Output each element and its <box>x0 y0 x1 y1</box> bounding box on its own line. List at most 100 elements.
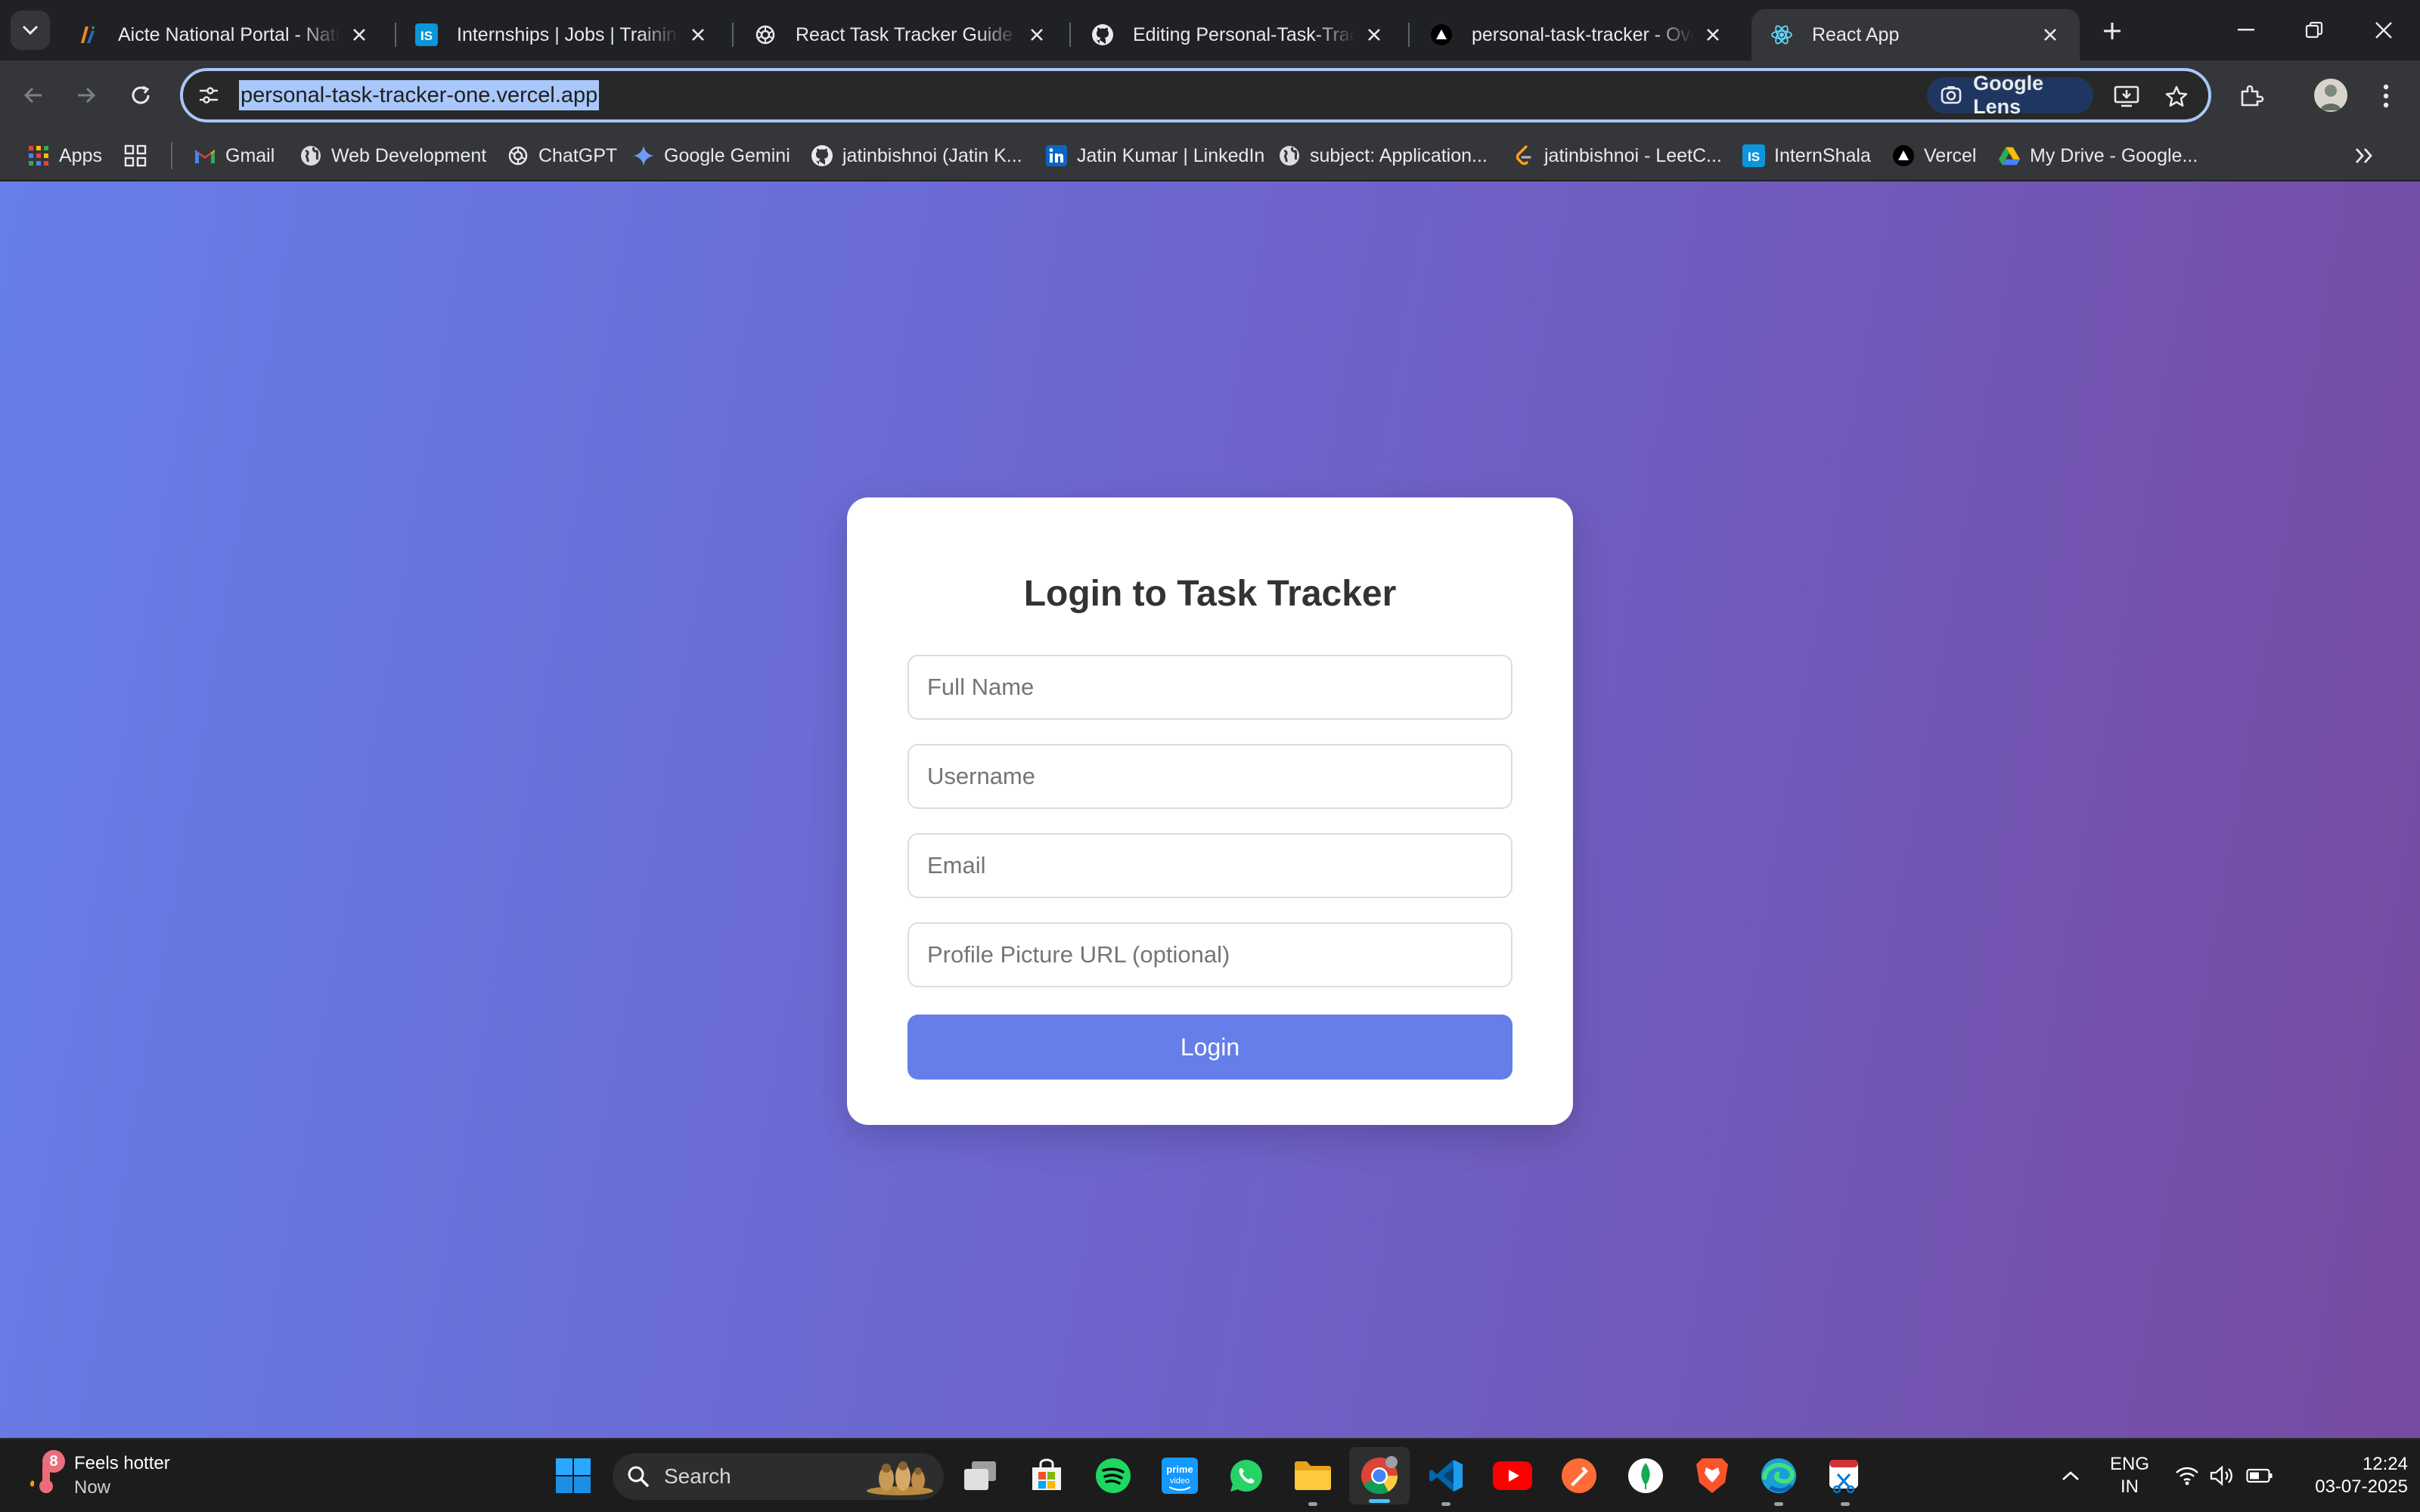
bookmark-chatgpt[interactable]: ChatGPT <box>507 139 617 172</box>
profile-avatar[interactable] <box>2314 79 2347 112</box>
volume-status[interactable] <box>2207 1455 2237 1497</box>
reload-button[interactable] <box>119 74 162 116</box>
username-input[interactable] <box>908 744 1512 809</box>
bookmark-star-icon[interactable] <box>2160 80 2193 113</box>
bookmark-label: jatinbishnoi (Jatin K... <box>842 144 1022 166</box>
close-icon[interactable] <box>1702 23 1724 46</box>
tab-search-button[interactable] <box>11 11 50 50</box>
close-icon[interactable] <box>2039 23 2062 46</box>
more-bookmarks-button[interactable] <box>2353 139 2375 172</box>
tab-vercel-overview[interactable]: personal-task-tracker - Overview <box>1411 9 1742 60</box>
youtube-button[interactable] <box>1491 1455 1534 1497</box>
chevron-down-icon <box>22 25 39 36</box>
bookmark-google-gemini[interactable]: Google Gemini <box>632 139 790 172</box>
svg-text:IS: IS <box>1748 150 1760 164</box>
vscode-icon <box>1429 1460 1463 1492</box>
bookmark-google-drive[interactable]: My Drive - Google... <box>1998 139 2198 172</box>
bookmark-app-launcher[interactable] <box>124 139 156 172</box>
internshala-icon: IS <box>414 23 439 47</box>
address-bar[interactable]: personal-task-tracker-one.vercel.app Goo… <box>180 68 2211 122</box>
chrome-taskbar-button[interactable] <box>1349 1447 1410 1504</box>
bookmark-leetcode[interactable]: jatinbishnoi - LeetC... <box>1512 139 1722 172</box>
file-explorer-button[interactable] <box>1292 1455 1334 1506</box>
chatgpt-icon <box>753 23 777 47</box>
bookmark-gmail[interactable]: Gmail <box>194 139 275 172</box>
whatsapp-button[interactable] <box>1225 1455 1267 1497</box>
full-name-input[interactable] <box>908 655 1512 720</box>
language-code: ENG <box>2109 1454 2149 1474</box>
snipping-tool-button[interactable] <box>1824 1455 1866 1506</box>
weather-widget[interactable]: 8 Feels hotter Now <box>27 1450 186 1503</box>
wifi-status[interactable] <box>2172 1455 2202 1497</box>
svg-text:IS: IS <box>420 29 433 43</box>
edge-button[interactable] <box>1758 1455 1800 1506</box>
tab-title: Aicte National Portal - National Interns… <box>118 23 340 45</box>
postman-button[interactable] <box>1558 1455 1600 1497</box>
language-indicator[interactable]: ENG IN <box>2099 1453 2160 1498</box>
site-settings-icon[interactable] <box>195 82 222 109</box>
brave-button[interactable] <box>1691 1455 1733 1497</box>
aicte-icon <box>76 23 100 47</box>
gmail-icon <box>194 144 216 167</box>
login-card: Login to Task Tracker Login <box>847 497 1573 1125</box>
bookmark-label: Vercel <box>1924 144 1977 166</box>
clock[interactable]: 12:24 03-07-2025 <box>2284 1453 2408 1498</box>
tab-react-guide[interactable]: React Task Tracker Guide <box>735 9 1066 60</box>
linkedin-icon <box>1045 144 1068 167</box>
install-app-icon[interactable] <box>2110 80 2143 113</box>
new-tab-button[interactable] <box>2093 12 2131 50</box>
github-icon <box>1091 23 1115 47</box>
battery-status[interactable] <box>2243 1455 2276 1497</box>
spotify-button[interactable] <box>1092 1455 1134 1497</box>
minimize-button[interactable] <box>2211 9 2281 51</box>
arrow-left-icon <box>23 87 42 104</box>
taskbar-search[interactable]: Search <box>613 1453 944 1500</box>
weather-badge: 8 <box>42 1450 65 1473</box>
postman-icon <box>1562 1458 1596 1493</box>
bookmark-linkedin[interactable]: Jatin Kumar | LinkedIn <box>1045 139 1264 172</box>
google-lens-label: Google Lens <box>1973 72 2044 118</box>
close-window-button[interactable] <box>2349 9 2418 51</box>
forward-button[interactable] <box>65 74 107 116</box>
close-icon[interactable] <box>348 23 371 46</box>
bookmark-web-development[interactable]: Web Development <box>299 139 486 172</box>
tab-github-editing[interactable]: Editing Personal-Task-Tracker <box>1072 9 1404 60</box>
close-icon[interactable] <box>687 23 709 46</box>
bookmark-label: My Drive - Google... <box>2030 144 2198 166</box>
double-chevron-right-icon <box>2355 148 2372 163</box>
microsoft-store-icon <box>1032 1458 1061 1490</box>
browser-menu-button[interactable] <box>2367 77 2405 115</box>
prime-video-button[interactable]: prime video <box>1159 1455 1201 1497</box>
close-icon[interactable] <box>1025 23 1048 46</box>
extensions-button[interactable] <box>2232 77 2270 115</box>
profile-picture-url-input[interactable] <box>908 922 1512 987</box>
close-icon <box>2375 22 2392 39</box>
mongodb-compass-button[interactable] <box>1624 1455 1667 1497</box>
apps-grid-icon <box>27 144 50 167</box>
login-button[interactable]: Login <box>908 1015 1512 1080</box>
tab-react-app[interactable]: React App <box>1751 9 2080 60</box>
bookmark-apps[interactable]: Apps <box>27 139 102 172</box>
bookmark-internshala[interactable]: IS InternShala <box>1742 139 1871 172</box>
bookmark-label: jatinbishnoi - LeetC... <box>1544 144 1722 166</box>
bookmark-github-profile[interactable]: jatinbishnoi (Jatin K... <box>811 139 1022 172</box>
close-icon[interactable] <box>1363 23 1385 46</box>
globe-icon <box>299 144 322 167</box>
tab-separator <box>1408 23 1410 47</box>
email-input[interactable] <box>908 833 1512 898</box>
bookmark-application[interactable]: subject: Application... <box>1278 139 1488 172</box>
tab-aicte[interactable]: Aicte National Portal - National Interns… <box>57 9 389 60</box>
back-button[interactable] <box>12 74 54 116</box>
url-text[interactable]: personal-task-tracker-one.vercel.app <box>239 80 600 110</box>
microsoft-store-button[interactable] <box>1025 1455 1068 1497</box>
restore-button[interactable] <box>2279 9 2349 51</box>
start-button[interactable] <box>552 1455 594 1497</box>
bookmark-label: InternShala <box>1774 144 1871 166</box>
show-hidden-icons-button[interactable] <box>2055 1455 2086 1497</box>
task-view-button[interactable] <box>959 1455 1001 1497</box>
bookmark-vercel[interactable]: Vercel <box>1892 139 1976 172</box>
google-lens-button[interactable]: Google Lens <box>1927 72 2093 118</box>
tab-internshala[interactable]: IS Internships | Jobs | Trainings | Inte… <box>396 9 728 60</box>
google-drive-icon <box>1998 144 2021 167</box>
vscode-button[interactable] <box>1425 1455 1467 1506</box>
